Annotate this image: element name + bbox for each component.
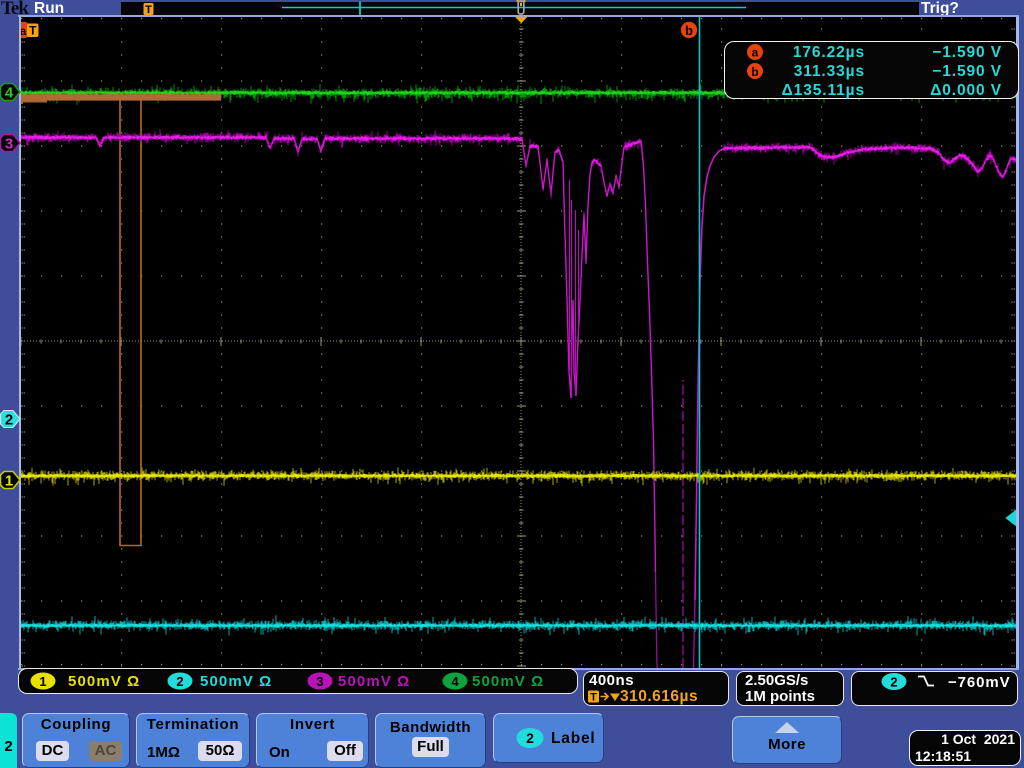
svg-text:3: 3 — [5, 136, 13, 153]
svg-text:T: T — [590, 692, 597, 704]
svg-text:3: 3 — [316, 674, 323, 689]
svg-text:2: 2 — [176, 674, 183, 689]
svg-text:4: 4 — [451, 674, 459, 689]
svg-text:a: a — [20, 24, 27, 38]
svg-text:1: 1 — [39, 674, 46, 689]
svg-text:2: 2 — [890, 675, 897, 690]
svg-text:T: T — [29, 24, 37, 38]
svg-text:1: 1 — [5, 473, 13, 490]
svg-text:2: 2 — [5, 412, 13, 429]
svg-text:b: b — [685, 23, 693, 38]
svg-text:2: 2 — [526, 730, 534, 746]
svg-text:4: 4 — [5, 85, 14, 102]
